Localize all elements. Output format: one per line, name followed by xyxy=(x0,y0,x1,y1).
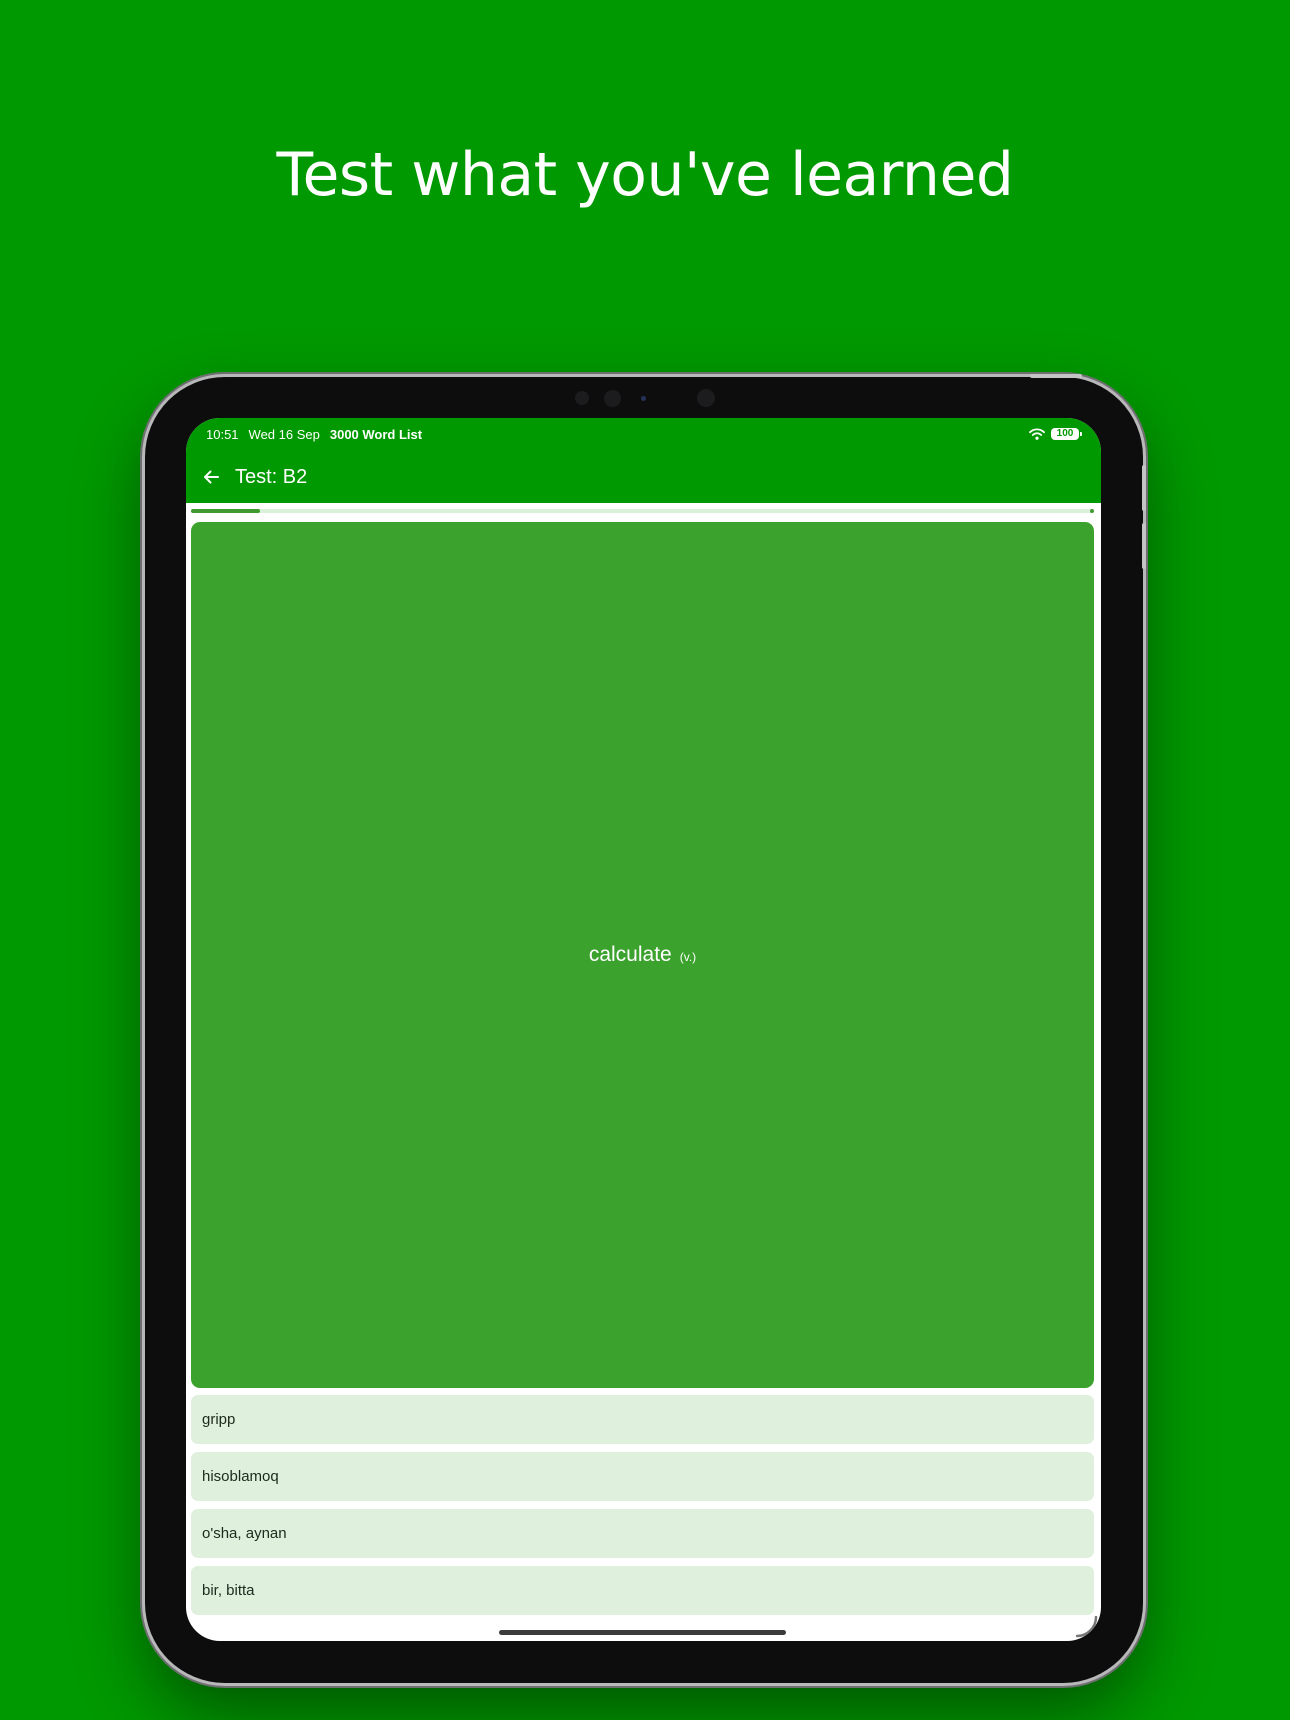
promo-headline: Test what you've learned xyxy=(276,140,1014,210)
answer-option-1[interactable]: gripp xyxy=(191,1395,1094,1444)
arrow-left-icon xyxy=(204,470,219,484)
top-button xyxy=(1030,374,1082,378)
answer-option-3[interactable]: o'sha, aynan xyxy=(191,1509,1094,1558)
face-sensor-icon xyxy=(697,389,715,407)
app-bar: 10:51 Wed 16 Sep 3000 Word List 100 Test… xyxy=(186,418,1101,503)
wifi-icon xyxy=(1029,428,1045,440)
toolbar: Test: B2 xyxy=(186,460,1101,494)
part-of-speech: (v.) xyxy=(679,950,697,964)
volume-up-button xyxy=(1142,465,1146,511)
question-word: calculate xyxy=(588,943,672,966)
home-indicator[interactable] xyxy=(499,1630,786,1635)
status-time: 10:51 xyxy=(206,426,239,442)
status-app-name: 3000 Word List xyxy=(329,426,423,442)
status-date: Wed 16 Sep xyxy=(248,426,320,442)
app-screen: 10:51 Wed 16 Sep 3000 Word List 100 Test… xyxy=(186,418,1101,1641)
resize-corner-icon xyxy=(1076,1616,1098,1638)
indicator-light-icon xyxy=(641,396,646,401)
battery-indicator: 100 xyxy=(1051,428,1082,440)
answer-option-4[interactable]: bir, bitta xyxy=(191,1566,1094,1615)
sensor-icon xyxy=(575,391,589,405)
page-title: Test: B2 xyxy=(235,465,308,488)
volume-down-button xyxy=(1142,523,1146,569)
back-button[interactable] xyxy=(201,467,221,487)
front-camera-icon xyxy=(604,390,621,407)
answer-option-2[interactable]: hisoblamoq xyxy=(191,1452,1094,1501)
tablet-frame: 10:51 Wed 16 Sep 3000 Word List 100 Test… xyxy=(145,374,1146,1683)
progress-fill xyxy=(191,509,261,513)
status-bar: 10:51 Wed 16 Sep 3000 Word List 100 xyxy=(206,425,1082,443)
question-card: calculate (v.) xyxy=(191,522,1094,1388)
progress-end-dot xyxy=(1090,509,1094,513)
test-progress-bar xyxy=(191,509,1094,513)
